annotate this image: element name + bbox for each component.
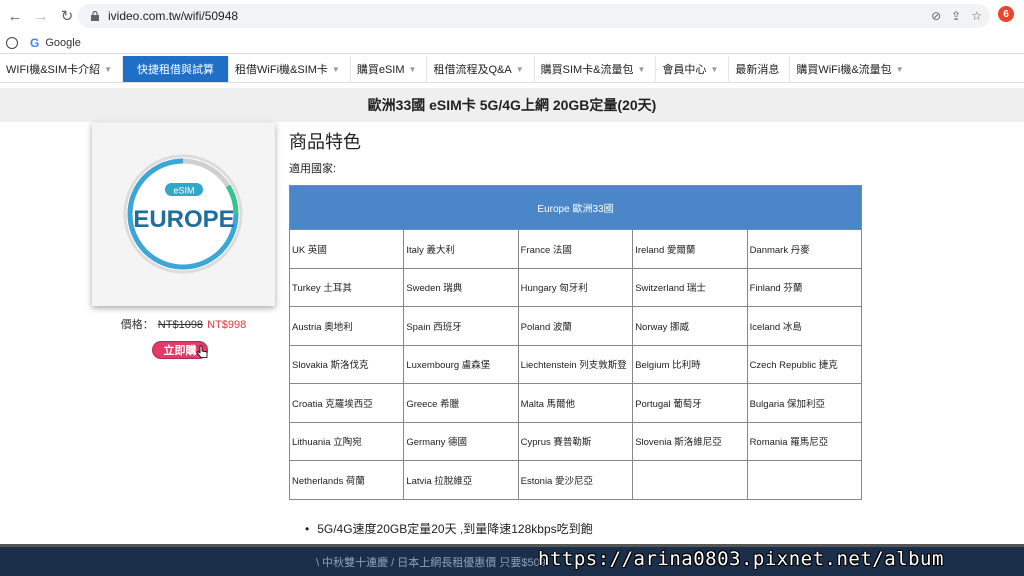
country-cell: Netherlands 荷蘭 bbox=[288, 460, 405, 500]
country-cell: France 法國 bbox=[517, 229, 634, 269]
features-heading: 商品特色 bbox=[289, 132, 361, 152]
country-cell: Sweden 瑞典 bbox=[403, 267, 519, 307]
hand-cursor-icon bbox=[196, 345, 208, 358]
caret-down-icon: ▼ bbox=[104, 64, 113, 74]
country-cell: Malta 馬爾他 bbox=[517, 383, 634, 423]
country-cell: Germany 德國 bbox=[403, 421, 519, 461]
table-header: Europe 歐洲33國 bbox=[289, 185, 862, 230]
table-row: Lithuania 立陶宛 Germany 德國 Cyprus 賽普勒斯 Sloven… bbox=[288, 421, 863, 461]
country-cell: Lithuania 立陶宛 bbox=[288, 421, 405, 461]
bookmarks-bar: G Google bbox=[0, 32, 1024, 54]
table-row: Slovakia 斯洛伐克 Luxembourg 盧森堡 Liechtenstein… bbox=[288, 344, 863, 384]
country-cell: Poland 波蘭 bbox=[517, 306, 634, 346]
country-cell: Romania 羅馬尼亞 bbox=[746, 421, 863, 461]
nav-item-rent[interactable]: 租借WiFi機&SIM卡 ▼ bbox=[229, 56, 351, 82]
product-title-band: 歐洲33國 eSIM卡 5G/4G上網 20GB定量(20天) bbox=[0, 88, 1024, 122]
nav-item-buy-wifi[interactable]: 購買WiFi機&流量包 ▼ bbox=[790, 56, 913, 82]
star-icon[interactable]: ☆ bbox=[971, 9, 982, 23]
esim-europe-logo: eSIM EUROPE bbox=[123, 154, 243, 274]
address-bar[interactable]: ivideo.com.tw/wifi/50948 ⊘ ⇪ ☆ bbox=[78, 4, 990, 28]
country-cell: Portugal 葡萄牙 bbox=[632, 383, 748, 423]
url-text: ivideo.com.tw/wifi/50948 bbox=[108, 9, 239, 23]
caret-down-icon: ▼ bbox=[895, 64, 904, 74]
site-settings-icon[interactable]: ⊘ bbox=[931, 9, 941, 23]
country-cell: Cyprus 賽普勒斯 bbox=[517, 421, 634, 461]
nav-item-buy-sim[interactable]: 購買SIM卡&流量包 ▼ bbox=[535, 56, 657, 82]
nav-item-news[interactable]: 最新消息 bbox=[729, 56, 791, 82]
esim-badge-text: eSIM bbox=[173, 186, 194, 196]
table-row: Netherlands 荷蘭 Latvia 拉脫維亞 Estonia 愛沙尼亞 bbox=[288, 460, 863, 500]
country-cell: Estonia 愛沙尼亞 bbox=[517, 460, 634, 500]
country-cell: Slovenia 斯洛維尼亞 bbox=[632, 421, 748, 461]
country-cell: Austria 奧地利 bbox=[288, 306, 405, 346]
price-line: 價格： NT$1098 NT$998 bbox=[92, 316, 275, 332]
country-cell: Latvia 拉脫維亞 bbox=[403, 460, 519, 500]
speed-bullet: 5G/4G速度20GB定量20天 ,到量降速128kbps吃到飽 bbox=[305, 520, 592, 537]
google-icon[interactable]: G bbox=[30, 36, 39, 50]
country-cell: Bulgaria 保加利亞 bbox=[746, 383, 863, 423]
browser-toolbar: ← → ↻ ivideo.com.tw/wifi/50948 ⊘ ⇪ ☆ 6 bbox=[0, 0, 1024, 32]
page-title: 歐洲33國 eSIM卡 5G/4G上網 20GB定量(20天) bbox=[367, 97, 657, 113]
forward-icon[interactable]: → bbox=[30, 5, 52, 27]
country-cell: Croatia 克羅埃西亞 bbox=[288, 383, 405, 423]
country-cell: Greece 希臘 bbox=[403, 383, 519, 423]
caret-down-icon: ▼ bbox=[710, 64, 719, 74]
europe-badge-text: EUROPE bbox=[133, 206, 234, 233]
lock-icon bbox=[91, 11, 99, 21]
globe-icon[interactable] bbox=[6, 36, 18, 49]
bookmark-google[interactable]: Google bbox=[45, 37, 80, 49]
country-cell: Iceland 冰島 bbox=[746, 306, 863, 346]
extension-icon[interactable]: 6 bbox=[998, 6, 1014, 22]
ticker-text: \ 中秋雙十連慶 / 日本上網長租優惠價 只要$509 bbox=[316, 556, 546, 569]
watermark: https://arina0803.pixnet.net/album bbox=[538, 548, 944, 570]
new-price: NT$998 bbox=[207, 319, 247, 331]
country-cell: Spain 西班牙 bbox=[403, 306, 519, 346]
nav-item-process-qa[interactable]: 租借流程及Q&A ▼ bbox=[427, 56, 535, 82]
site-nav: WIFI機&SIM卡介紹 ▼ 快捷租借與試算 租借WiFi機&SIM卡 ▼ 購買eS… bbox=[0, 56, 1024, 83]
countries-label: 適用國家: bbox=[289, 163, 337, 175]
nav-item-quick-rent[interactable]: 快捷租借與試算 bbox=[123, 56, 230, 82]
country-cell bbox=[746, 460, 863, 500]
country-cell: Hungary 匈牙利 bbox=[517, 267, 634, 307]
nav-item-member[interactable]: 會員中心 ▼ bbox=[656, 56, 730, 82]
country-cell: Finland 芬蘭 bbox=[746, 267, 863, 307]
price-label: 價格： bbox=[120, 319, 154, 331]
country-cell: Italy 義大利 bbox=[403, 229, 519, 269]
caret-down-icon: ▼ bbox=[515, 64, 524, 74]
reload-icon[interactable]: ↻ bbox=[56, 5, 78, 27]
table-row: Croatia 克羅埃西亞 Greece 希臘 Malta 馬爾他 Portugal … bbox=[288, 383, 863, 423]
country-cell: Slovakia 斯洛伐克 bbox=[288, 344, 405, 384]
country-cell: Czech Republic 捷克 bbox=[746, 344, 863, 384]
country-cell: Liechtenstein 列支敦斯登 bbox=[517, 344, 634, 384]
country-cell: Luxembourg 盧森堡 bbox=[403, 344, 519, 384]
nav-item-buy-esim[interactable]: 購買eSIM ▼ bbox=[351, 56, 428, 82]
country-cell: Belgium 比利時 bbox=[632, 344, 748, 384]
caret-down-icon: ▼ bbox=[331, 64, 340, 74]
country-cell: UK 英國 bbox=[288, 229, 405, 269]
caret-down-icon: ▼ bbox=[408, 64, 417, 74]
back-icon[interactable]: ← bbox=[4, 5, 26, 27]
caret-down-icon: ▼ bbox=[637, 64, 646, 74]
country-cell: Norway 挪威 bbox=[632, 306, 748, 346]
country-cell: Turkey 土耳其 bbox=[288, 267, 405, 307]
country-cell: Danmark 丹麥 bbox=[746, 229, 863, 269]
country-cell: Ireland 愛爾蘭 bbox=[632, 229, 748, 269]
country-cell: Switzerland 瑞士 bbox=[632, 267, 748, 307]
product-image: eSIM EUROPE bbox=[92, 123, 275, 306]
share-icon[interactable]: ⇪ bbox=[951, 9, 961, 23]
nav-item-intro[interactable]: WIFI機&SIM卡介紹 ▼ bbox=[0, 56, 124, 82]
country-table: Europe 歐洲33國 UK 英國 Italy 義大利 France 法國 Irel… bbox=[288, 185, 863, 500]
country-cell bbox=[632, 460, 748, 500]
old-price: NT$1098 bbox=[157, 319, 204, 331]
table-row: UK 英國 Italy 義大利 France 法國 Ireland 愛爾蘭 Danmar… bbox=[288, 229, 863, 269]
table-row: Turkey 土耳其 Sweden 瑞典 Hungary 匈牙利 Switzerlan… bbox=[288, 267, 863, 307]
table-row: Austria 奧地利 Spain 西班牙 Poland 波蘭 Norway 挪威 Ic… bbox=[288, 306, 863, 346]
